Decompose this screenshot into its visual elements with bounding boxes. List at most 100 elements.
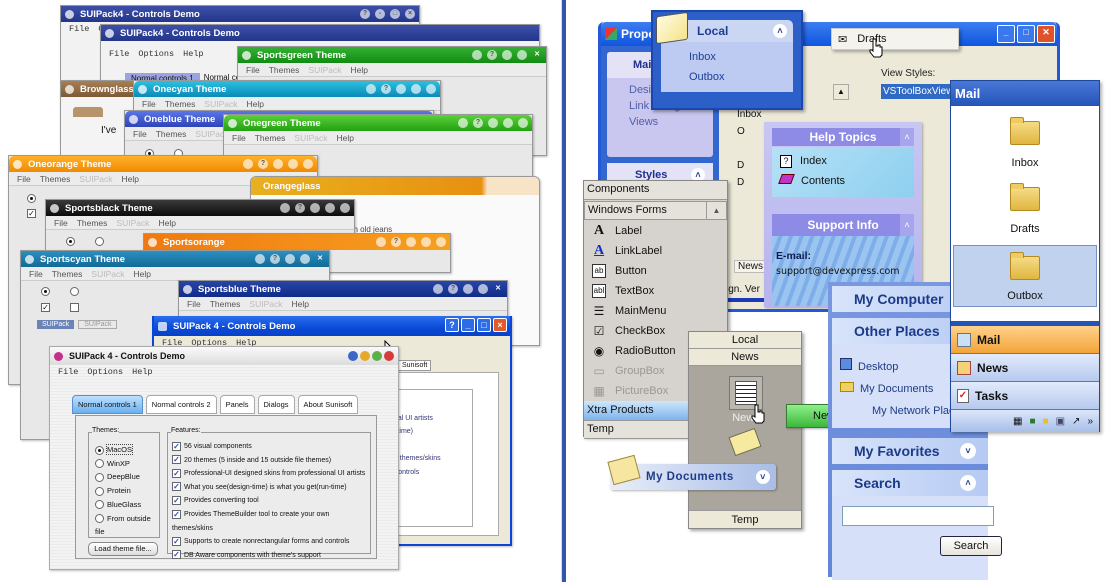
menu-themes[interactable]: Themes (165, 99, 196, 109)
list-item[interactable]: O (737, 123, 761, 140)
collapse-icon[interactable]: ˄ (773, 24, 787, 38)
menu-help[interactable]: Help (132, 367, 152, 377)
menu-themes[interactable]: Themes (77, 218, 108, 228)
tab-panels[interactable]: Panels (219, 395, 255, 414)
close-icon[interactable] (303, 159, 313, 169)
title-bar[interactable]: Oneorange Theme ? (9, 156, 317, 172)
maximize-button[interactable]: □ (1017, 25, 1035, 43)
maximize-icon[interactable] (300, 254, 310, 264)
menu-file[interactable]: File (133, 129, 147, 139)
expand-icon[interactable]: ˅ (960, 443, 976, 459)
theme-radio-option[interactable]: BlueGlass (95, 498, 159, 512)
close-icon[interactable] (518, 118, 528, 128)
tab-normal-controls-1[interactable]: Normal controls 1 (72, 395, 143, 414)
help-icon[interactable]: ? (258, 159, 268, 169)
minimize-icon[interactable] (488, 118, 498, 128)
feature-checkbox[interactable]: ✓ What you see(design-time) is what you g… (172, 481, 370, 495)
maximize-icon[interactable] (325, 203, 335, 213)
maximize-icon[interactable] (288, 159, 298, 169)
help-icon[interactable]: ? (381, 84, 391, 94)
explorer-group-search[interactable]: Search (854, 475, 901, 491)
help-topics-header[interactable]: Help Topics (772, 128, 914, 146)
checkbox-checked[interactable]: ✓ (27, 209, 36, 218)
collapse-icon[interactable]: ˄ (900, 214, 914, 236)
feature-checkbox[interactable]: ✓ Provides ThemeBuilder tool to create yo… (172, 508, 370, 535)
menu-options[interactable]: Options (138, 49, 174, 59)
roll-button[interactable] (348, 351, 358, 361)
title-bar[interactable]: Onecyan Theme ? (134, 81, 440, 97)
close-icon[interactable]: ✕ (493, 284, 503, 294)
checkbox-checked[interactable]: ✓ (41, 303, 50, 312)
help-button[interactable]: ? (445, 318, 459, 332)
roll-icon[interactable] (472, 50, 482, 60)
radio-on[interactable] (66, 237, 75, 246)
tab-about-sunisoft[interactable]: About Sunisoft (297, 395, 359, 414)
menu-help[interactable]: Help (337, 133, 354, 143)
feature-checkbox[interactable]: ✓ Provides converting tool (172, 494, 370, 508)
toolbox-item[interactable]: ab Button (584, 261, 727, 281)
contacts-icon[interactable]: ▣ (1056, 416, 1065, 427)
mail-button[interactable]: Mail (951, 326, 1099, 354)
help-item-contents[interactable]: Contents (801, 175, 845, 187)
tasks-button[interactable]: ✓ Tasks (951, 382, 1099, 410)
menu-help[interactable]: Help (183, 49, 203, 59)
local-group-header[interactable]: Local (697, 24, 728, 38)
title-bar[interactable]: Sportsorange ? (144, 234, 450, 250)
menu-file[interactable]: File (69, 24, 89, 34)
nav-item-views[interactable]: Views (629, 114, 713, 130)
title-bar[interactable]: Sportsblack Theme ? (46, 200, 354, 216)
close-icon[interactable]: ✕ (315, 254, 325, 264)
menu-file[interactable]: File (142, 99, 156, 109)
title-bar[interactable]: Onegreen Theme ? (224, 115, 532, 131)
menu-themes[interactable]: Themes (156, 129, 187, 139)
drafts-drag-item[interactable]: ✉ Drafts (831, 28, 959, 50)
menu-help[interactable]: Help (247, 99, 264, 109)
mail-item-drafts[interactable]: Drafts (951, 183, 1099, 235)
menu-themes[interactable]: Themes (255, 133, 286, 143)
explorer-group-my-favorites[interactable]: My Favorites (854, 443, 940, 459)
title-bar[interactable]: SUIPack4 - Controls Demo (101, 25, 539, 41)
radio-off[interactable] (95, 237, 104, 246)
menu-help[interactable]: Help (292, 299, 309, 309)
help-icon[interactable]: ? (448, 284, 458, 294)
configure-buttons-icon[interactable]: » (1087, 416, 1093, 427)
navbar-group-news[interactable]: News (689, 349, 801, 366)
maximize-icon[interactable] (503, 118, 513, 128)
theme-radio-option[interactable]: WinXP (95, 457, 159, 471)
scroll-up-button[interactable]: ▲ (706, 202, 726, 219)
menu-suipack[interactable]: SUIPack (249, 299, 282, 309)
minimize-icon[interactable] (406, 237, 416, 247)
minimize-icon[interactable] (396, 84, 406, 94)
feature-checkbox[interactable]: ✓ DB Aware components with theme's suppor… (172, 549, 370, 563)
title-bar[interactable]: Sportsgreen Theme ? ✕ (238, 47, 546, 63)
shortcut-icon[interactable]: ↗ (1072, 416, 1080, 427)
minimize-icon[interactable] (502, 50, 512, 60)
menu-help[interactable]: Help (159, 218, 176, 228)
local-item-outbox[interactable]: Outbox (689, 67, 793, 87)
search-button[interactable]: Search (940, 536, 1002, 556)
title-bar[interactable]: SUIPack4 - Controls Demo ? - □ × (61, 6, 419, 22)
minimize-icon[interactable]: - (375, 9, 385, 19)
search-input[interactable] (842, 506, 994, 526)
minimize-button[interactable] (360, 351, 370, 361)
menu-file[interactable]: File (246, 65, 260, 75)
help-icon[interactable]: ? (270, 254, 280, 264)
toolbox-item[interactable]: A Label (584, 221, 727, 241)
menu-help[interactable]: Help (134, 269, 151, 279)
journal-icon[interactable]: ■ (1030, 416, 1036, 427)
minimize-icon[interactable] (310, 203, 320, 213)
support-info-header[interactable]: Support Info (772, 214, 914, 236)
minimize-icon[interactable] (463, 284, 473, 294)
navbar-group-temp[interactable]: Temp (689, 510, 801, 528)
notes-icon[interactable]: ■ (1043, 416, 1049, 427)
roll-icon[interactable] (376, 237, 386, 247)
close-button[interactable] (384, 351, 394, 361)
maximize-icon[interactable] (478, 284, 488, 294)
theme-radio-option[interactable]: DeepBlue (95, 470, 159, 484)
help-icon[interactable]: ? (360, 9, 370, 19)
collapse-icon[interactable]: ˄ (900, 128, 914, 146)
navbar-group-local[interactable]: Local (689, 332, 801, 349)
menu-themes[interactable]: Themes (52, 269, 83, 279)
toolbox-group-windows-forms[interactable]: Windows Forms (588, 202, 667, 219)
close-icon[interactable] (426, 84, 436, 94)
